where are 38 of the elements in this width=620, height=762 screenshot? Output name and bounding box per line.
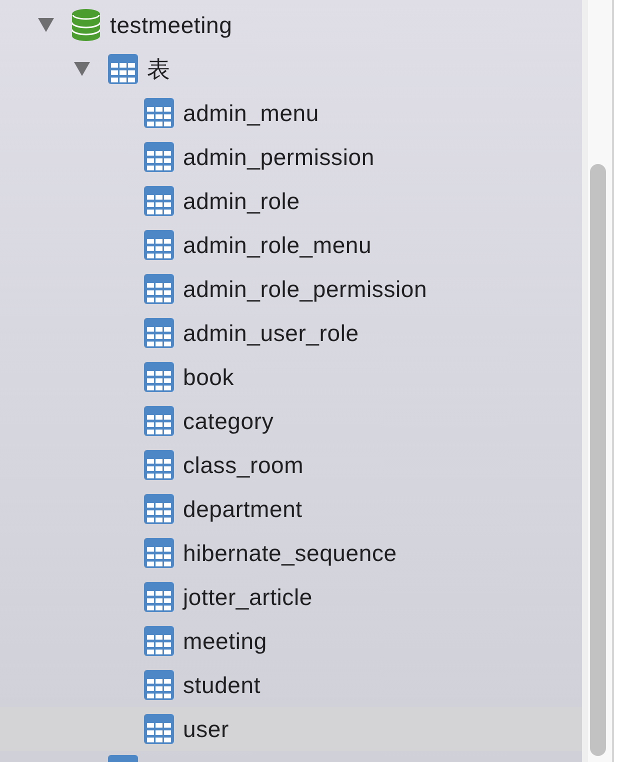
tree-item[interactable]: admin_role (0, 179, 582, 223)
table-icon (144, 582, 174, 612)
tree-item[interactable]: class_room (0, 443, 582, 487)
tree-item[interactable]: testmeeting (0, 3, 582, 47)
scrollbar-thumb[interactable] (590, 164, 606, 756)
disclosure-triangle-icon[interactable] (74, 62, 90, 76)
tree-item[interactable]: admin_role_permission (0, 267, 582, 311)
table-icon (144, 274, 174, 304)
table-icon (144, 230, 174, 260)
table-icon (108, 755, 138, 762)
table-icon (144, 450, 174, 480)
tree-item[interactable]: category (0, 399, 582, 443)
table-icon (144, 626, 174, 656)
table-icon (144, 406, 174, 436)
tree-item[interactable]: user (0, 707, 582, 751)
tree-item[interactable]: jotter_article (0, 575, 582, 619)
tree-item[interactable]: admin_role_menu (0, 223, 582, 267)
disclosure-triangle-icon[interactable] (38, 18, 54, 32)
database-icon (72, 9, 100, 41)
tree-item[interactable]: admin_menu (0, 91, 582, 135)
table-icon (144, 186, 174, 216)
tree-item[interactable]: admin_permission (0, 135, 582, 179)
table-icon (144, 142, 174, 172)
tree-item[interactable]: hibernate_sequence (0, 531, 582, 575)
table-icon (144, 538, 174, 568)
table-icon (144, 362, 174, 392)
tree-item[interactable]: book (0, 355, 582, 399)
tree-item[interactable]: meeting (0, 619, 582, 663)
table-icon (144, 714, 174, 744)
table-icon (144, 670, 174, 700)
tree-item[interactable]: student (0, 663, 582, 707)
table-icon (108, 54, 138, 84)
tree-item[interactable]: 表 (0, 47, 582, 91)
table-icon (144, 494, 174, 524)
table-icon (144, 318, 174, 348)
table-icon (144, 98, 174, 128)
tree-item[interactable]: department (0, 487, 582, 531)
tree-item[interactable]: admin_user_role (0, 311, 582, 355)
